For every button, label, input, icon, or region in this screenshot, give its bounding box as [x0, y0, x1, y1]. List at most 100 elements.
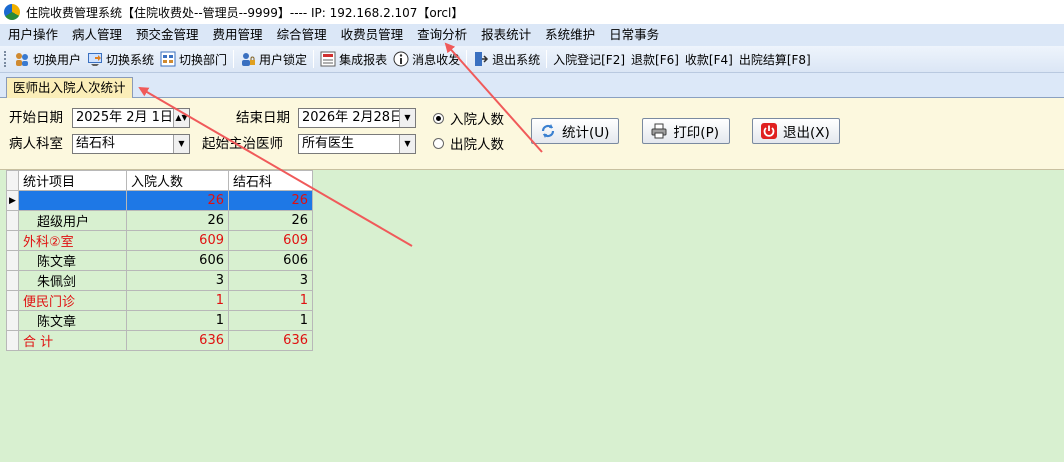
start-date-value: 2025年 2月 1日 [76, 110, 173, 125]
app-logo-icon [4, 4, 20, 20]
cell-item[interactable]: 合 计 [18, 330, 127, 351]
menu-daily-affairs[interactable]: 日常事务 [603, 24, 667, 46]
menu-cashier-mgmt[interactable]: 收费员管理 [335, 24, 412, 46]
table-row[interactable]: 陈文章 606 606 [6, 250, 313, 271]
switch-system-button[interactable]: 切换系统 [84, 48, 157, 70]
report-icon [320, 51, 336, 67]
cell-item[interactable]: 陈文章 [18, 310, 127, 331]
switch-system-icon [87, 51, 103, 67]
row-indicator[interactable] [6, 210, 19, 231]
discharge-button[interactable]: 出院结算[F8] [736, 48, 814, 70]
cell-dept[interactable]: 609 [228, 230, 313, 251]
cell-dept[interactable]: 3 [228, 270, 313, 291]
charge-button[interactable]: 收款[F4] [682, 48, 736, 70]
exit-system-button[interactable]: 退出系统 [470, 48, 543, 70]
dept-value: 结石科 [76, 136, 116, 151]
switch-user-button[interactable]: 切换用户 [11, 48, 84, 70]
cell-admissions[interactable]: 636 [126, 330, 229, 351]
cell-admissions[interactable]: 1 [126, 290, 229, 311]
menu-query-analysis[interactable]: 查询分析 [411, 24, 475, 46]
table-row[interactable]: 陈文章 1 1 [6, 310, 313, 331]
exit-button-label: 退出(X) [783, 125, 830, 141]
menu-patient-mgmt[interactable]: 病人管理 [66, 24, 130, 46]
cell-item[interactable]: 便民门诊 [18, 290, 127, 311]
tab-strip: 医师出入院人次统计 [0, 73, 1064, 99]
end-date-field[interactable]: 2026年 2月28日 ▼ [298, 108, 416, 128]
cell-dept[interactable]: 606 [228, 250, 313, 271]
cell-dept[interactable]: 1 [228, 310, 313, 331]
toolbar-separator [313, 50, 315, 68]
date-spin-icon[interactable]: ▲▼ [173, 109, 189, 127]
info-icon [393, 51, 409, 67]
chevron-down-icon[interactable]: ▼ [399, 109, 415, 127]
exit-system-label: 退出系统 [492, 52, 541, 67]
dept-select[interactable]: 结石科 ▼ [72, 134, 190, 154]
cell-dept[interactable]: 636 [228, 330, 313, 351]
menu-system-maint[interactable]: 系统维护 [539, 24, 603, 46]
menu-report-stats[interactable]: 报表统计 [475, 24, 539, 46]
switch-dept-button[interactable]: 切换部门 [157, 48, 230, 70]
refresh-icon [540, 122, 556, 140]
menu-fee-mgmt[interactable]: 费用管理 [207, 24, 271, 46]
row-indicator[interactable] [6, 310, 19, 331]
integrated-report-button[interactable]: 集成报表 [317, 48, 390, 70]
row-indicator[interactable] [6, 330, 19, 351]
menu-general-mgmt[interactable]: 综合管理 [271, 24, 335, 46]
cell-admissions[interactable]: 26 [126, 190, 229, 211]
cell-item[interactable]: 朱佩剑 [18, 270, 127, 291]
user-lock-icon [240, 51, 256, 67]
dept-label: 病人科室 [9, 136, 63, 152]
header-item[interactable]: 统计项目 [18, 170, 127, 191]
print-button[interactable]: 打印(P) [642, 118, 730, 144]
radio-discharge[interactable]: 出院人数 [433, 133, 504, 153]
table-row[interactable]: 外科②室 609 609 [6, 230, 313, 251]
table-row[interactable]: 合 计 636 636 [6, 330, 313, 351]
cell-dept[interactable]: 1 [228, 290, 313, 311]
menu-user-ops[interactable]: 用户操作 [2, 24, 66, 46]
stats-table: 统计项目 入院人数 结石科 ▶ 26 26 超级用户 26 26 外科②室 609 609 陈文章… [6, 170, 313, 351]
cell-item[interactable] [18, 190, 127, 211]
cell-admissions[interactable]: 609 [126, 230, 229, 251]
radio-admission[interactable]: 入院人数 [433, 108, 504, 128]
header-dept[interactable]: 结石科 [228, 170, 313, 191]
header-admissions[interactable]: 入院人数 [126, 170, 229, 191]
filter-panel: 开始日期 2025年 2月 1日 ▲▼ 结束日期 2026年 2月28日 ▼ 病… [0, 98, 1064, 170]
toolbar-grip[interactable] [4, 51, 7, 67]
admission-label: 入院登记[F2] [553, 52, 626, 67]
table-row[interactable]: 超级用户 26 26 [6, 210, 313, 231]
message-label: 消息收发 [412, 52, 461, 67]
cell-dept[interactable]: 26 [228, 210, 313, 231]
row-indicator[interactable] [6, 250, 19, 271]
chevron-down-icon[interactable]: ▼ [173, 135, 189, 153]
cell-item[interactable]: 超级用户 [18, 210, 127, 231]
cell-item[interactable]: 陈文章 [18, 250, 127, 271]
doctor-select[interactable]: 所有医生 ▼ [298, 134, 416, 154]
cell-admissions[interactable]: 1 [126, 310, 229, 331]
cell-admissions[interactable]: 26 [126, 210, 229, 231]
power-icon [761, 122, 777, 140]
admission-button[interactable]: 入院登记[F2] [550, 48, 628, 70]
chevron-down-icon[interactable]: ▼ [399, 135, 415, 153]
cell-dept[interactable]: 26 [228, 190, 313, 211]
table-row[interactable]: 朱佩剑 3 3 [6, 270, 313, 291]
cell-admissions[interactable]: 606 [126, 250, 229, 271]
doctor-label: 起始主治医师 [202, 136, 283, 152]
row-indicator[interactable] [6, 290, 19, 311]
table-row[interactable]: 便民门诊 1 1 [6, 290, 313, 311]
cell-item[interactable]: 外科②室 [18, 230, 127, 251]
tab-doctor-admission-stats[interactable]: 医师出入院人次统计 [6, 77, 133, 99]
row-indicator[interactable] [6, 270, 19, 291]
table-row[interactable]: ▶ 26 26 [6, 190, 313, 211]
menu-deposit-mgmt[interactable]: 预交金管理 [130, 24, 207, 46]
refund-button[interactable]: 退款[F6] [628, 48, 682, 70]
toolbar-separator [546, 50, 548, 68]
stats-button[interactable]: 统计(U) [531, 118, 619, 144]
exit-button[interactable]: 退出(X) [752, 118, 840, 144]
cell-admissions[interactable]: 3 [126, 270, 229, 291]
print-button-label: 打印(P) [673, 125, 719, 141]
start-date-field[interactable]: 2025年 2月 1日 ▲▼ [72, 108, 190, 128]
row-pointer-icon[interactable]: ▶ [6, 190, 19, 211]
row-indicator[interactable] [6, 230, 19, 251]
lock-user-button[interactable]: 用户锁定 [237, 48, 310, 70]
message-button[interactable]: 消息收发 [390, 48, 463, 70]
